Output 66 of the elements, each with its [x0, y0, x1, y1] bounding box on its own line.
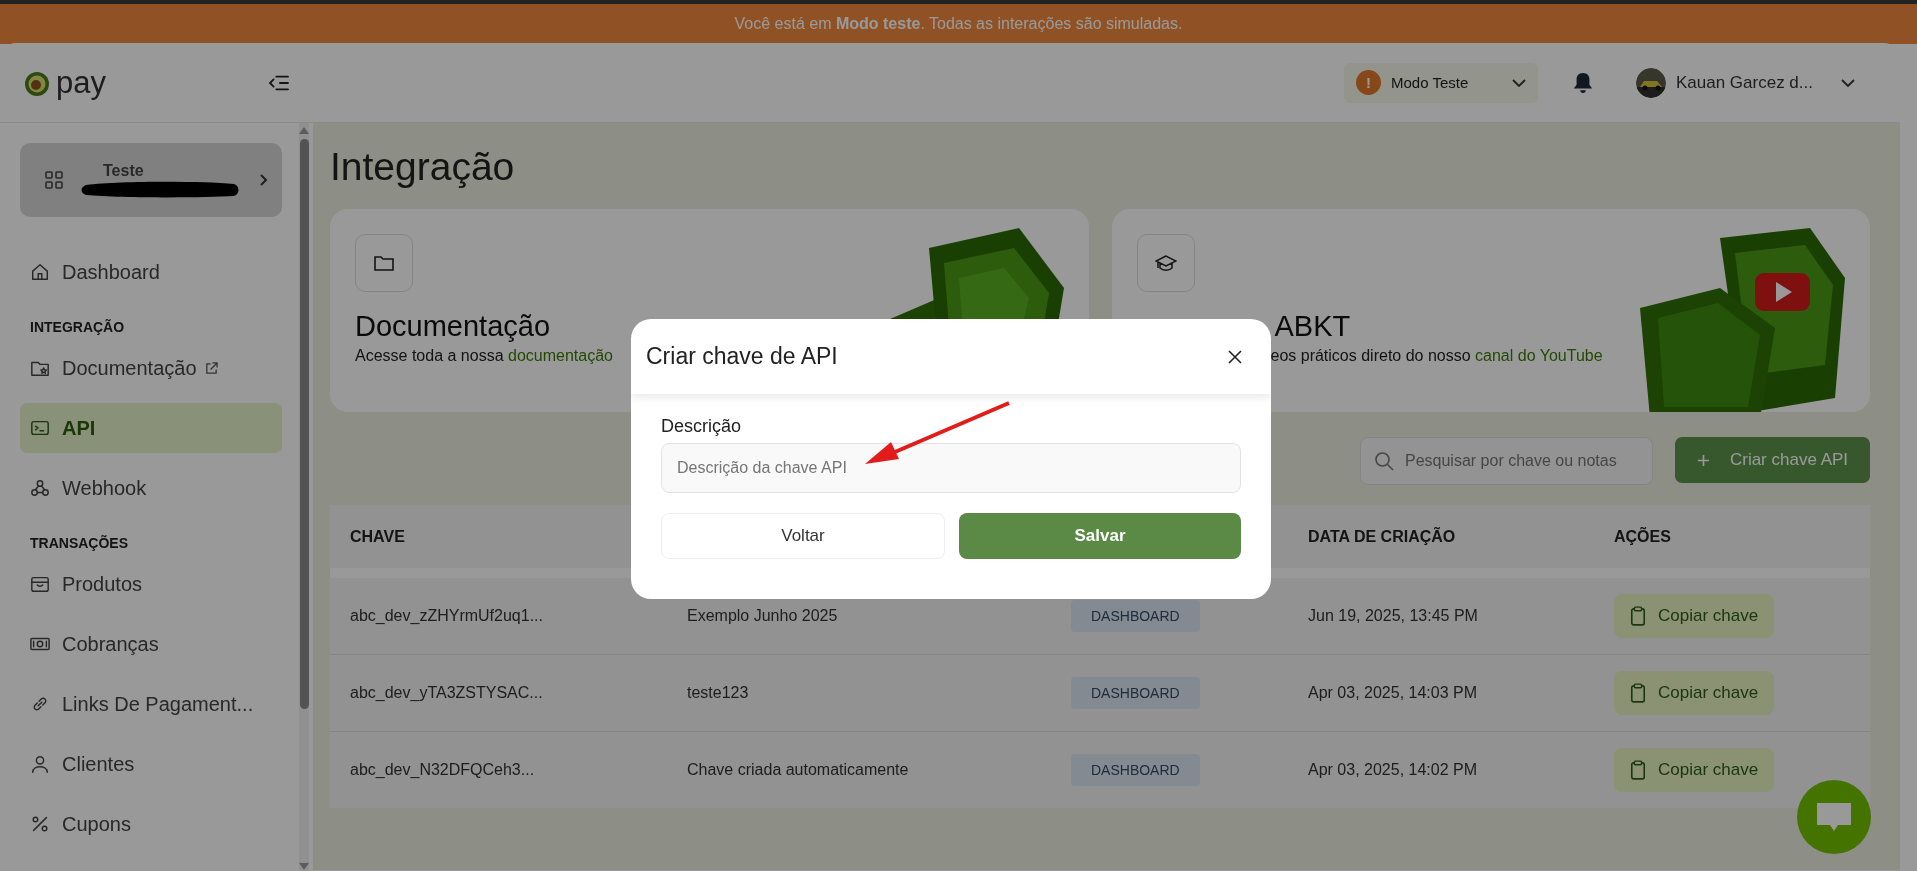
- sidebar-item[interactable]: API: [20, 403, 282, 453]
- sidebar-item[interactable]: Cupons: [20, 799, 282, 849]
- close-icon[interactable]: [1228, 349, 1242, 364]
- test-mode-banner: Você está em Modo teste. Todas as interações são simuladas.: [0, 4, 1917, 44]
- card-title: Documentação: [355, 310, 552, 343]
- table-cell-text: Apr 03, 2025, 14:02 PM: [1308, 761, 1478, 779]
- card-description: eos práticos direto do nosso canal do YouTube: [1270, 347, 1603, 365]
- table-cell-text: teste123: [687, 684, 750, 702]
- chevron-down-icon: [1841, 78, 1855, 87]
- graduation-cap-icon: [1154, 252, 1177, 274]
- user-icon: [30, 754, 50, 774]
- sidebar-item[interactable]: Dashboard: [20, 247, 282, 297]
- clipboard-icon: [1630, 760, 1646, 780]
- table-cell-text: Chave criada automaticamente: [687, 761, 910, 779]
- description-field[interactable]: Descrição da chave API: [661, 443, 1241, 493]
- tag: DASHBOARD: [1071, 600, 1200, 632]
- sidebar-item[interactable]: Clientes: [20, 739, 282, 789]
- link[interactable]: canal do YouTube: [1475, 347, 1603, 364]
- logo-text: pay: [56, 64, 106, 101]
- card-description: Acesse toda a nossa documentação: [355, 347, 613, 365]
- table-cell-text: abc_dev_N32DFQCeh3...: [349, 761, 536, 779]
- notification-bell-icon[interactable]: [1571, 70, 1594, 95]
- table-cell-text: Jun 19, 2025, 13:45 PM: [1308, 607, 1479, 625]
- section-heading: INTEGRAÇÃO: [29, 318, 126, 337]
- sidebar-item[interactable]: Webhook: [20, 463, 282, 513]
- copy-key-button[interactable]: Copiar chave: [1614, 594, 1775, 638]
- webhook-icon: [30, 478, 50, 498]
- table-cell-text: abc_dev_yTA3ZSTYSAC...: [349, 684, 544, 702]
- field-label: Descrição: [661, 416, 743, 437]
- home-icon: [30, 262, 50, 282]
- copy-key-button[interactable]: Copiar chave: [1614, 748, 1775, 792]
- chevron-down-icon: [1511, 78, 1526, 87]
- save-button[interactable]: Salvar: [959, 513, 1241, 559]
- table-cell-text: Apr 03, 2025, 14:03 PM: [1308, 684, 1478, 702]
- clipboard-icon: [1630, 606, 1646, 626]
- plus-icon: [1696, 453, 1710, 467]
- percent-icon: [30, 814, 50, 834]
- search-field[interactable]: Pesquisar por chave ou notas: [1360, 437, 1653, 485]
- box-icon: [30, 574, 50, 594]
- sidebar-item[interactable]: Cobranças: [20, 619, 282, 669]
- column-header: AÇÕES: [1614, 527, 1672, 546]
- create-api-key-button[interactable]: Criar chave API: [1675, 437, 1870, 483]
- terminal-icon: [30, 418, 50, 438]
- column-header: DATA DE CRIAÇÃO: [1308, 527, 1457, 546]
- table-cell-text: abc_dev_zZHYrmUf2uq1...: [349, 607, 544, 625]
- user-menu[interactable]: Kauan Garcez d...: [1635, 67, 1855, 98]
- copy-key-button[interactable]: Copiar chave: [1614, 671, 1775, 715]
- section-heading: TRANSAÇÕES: [29, 534, 129, 553]
- link[interactable]: documentação: [508, 347, 613, 364]
- chevron-right-icon: [260, 174, 268, 186]
- mode-select[interactable]: ! Modo Teste: [1343, 62, 1538, 103]
- page-title: Integração: [330, 145, 516, 189]
- collapse-menu-icon[interactable]: [268, 73, 290, 92]
- tag: DASHBOARD: [1071, 754, 1200, 786]
- clipboard-icon: [1630, 683, 1646, 703]
- column-header: CHAVE: [349, 527, 406, 546]
- grid-icon: [44, 170, 64, 190]
- dialog-title: Criar chave de API: [646, 343, 838, 370]
- sidebar-item[interactable]: Produtos: [20, 559, 282, 609]
- card-title: ABKT: [1274, 310, 1351, 343]
- back-button[interactable]: Voltar: [661, 513, 945, 559]
- sidebar-item[interactable]: Documentação: [20, 343, 282, 393]
- sidebar-item[interactable]: Links De Pagament...: [20, 679, 282, 729]
- tag: DASHBOARD: [1071, 677, 1200, 709]
- table-cell-text: Exemplo Junho 2025: [687, 607, 839, 625]
- account-switcher[interactable]: Teste: [20, 143, 282, 217]
